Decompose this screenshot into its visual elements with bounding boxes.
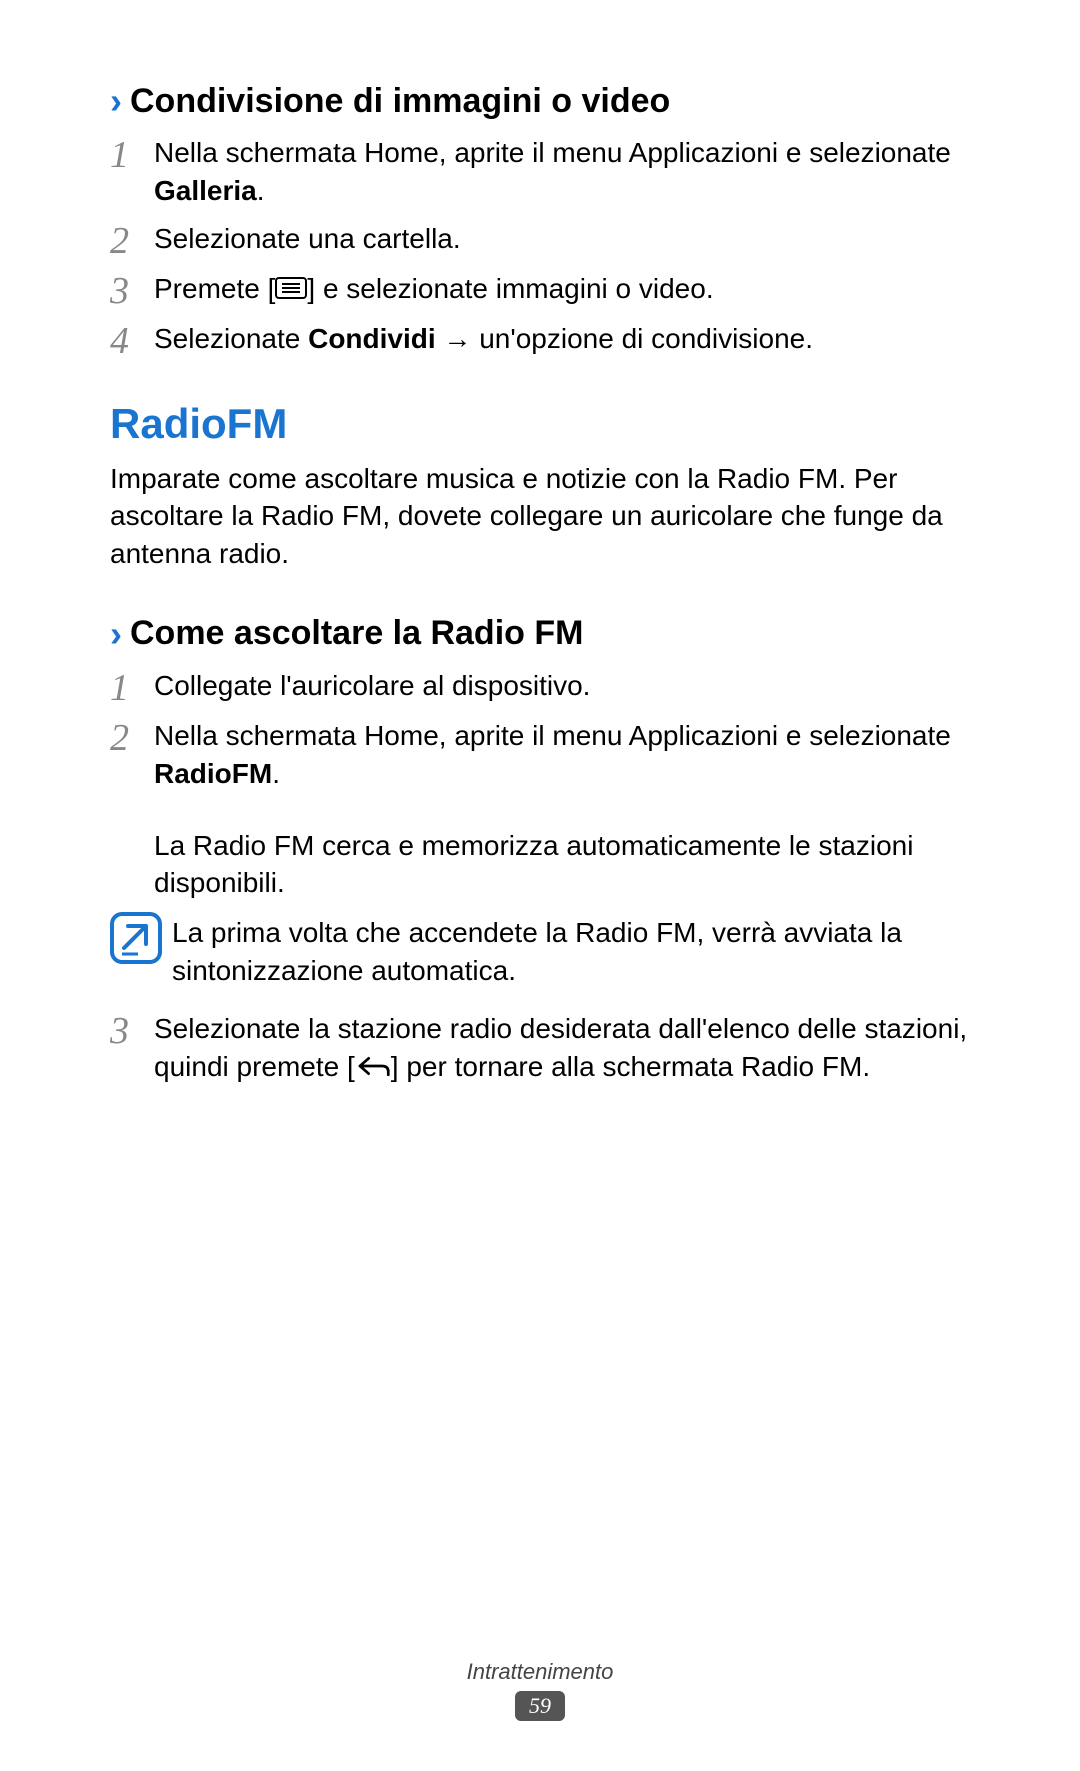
step-item: 2 Selezionate una cartella. bbox=[110, 220, 970, 260]
intro-text: Imparate come ascoltare musica e notizie… bbox=[110, 460, 970, 573]
back-icon bbox=[355, 1054, 391, 1078]
step-text: Selezionate Condividi → un'opzione di co… bbox=[154, 320, 970, 358]
section-heading-share: › Condivisione di immagini o video bbox=[110, 80, 970, 122]
chevron-icon: › bbox=[110, 613, 122, 655]
step-text: Selezionate la stazione radio desiderata… bbox=[154, 1010, 970, 1086]
step-number: 2 bbox=[110, 717, 154, 757]
step-item: 1 Collegate l'auricolare al dispositivo. bbox=[110, 667, 970, 707]
step-number: 1 bbox=[110, 134, 154, 174]
step-item: 3 Selezionate la stazione radio desidera… bbox=[110, 1010, 970, 1086]
note-icon bbox=[110, 912, 162, 964]
heading-text: Condivisione di immagini o video bbox=[130, 82, 670, 121]
section-heading-listen: › Come ascoltare la Radio FM bbox=[110, 613, 970, 655]
step-text: Nella schermata Home, aprite il menu App… bbox=[154, 717, 970, 793]
chevron-icon: › bbox=[110, 80, 122, 122]
note-row: La prima volta che accendete la Radio FM… bbox=[110, 912, 970, 990]
sub-text: La Radio FM cerca e memorizza automatica… bbox=[154, 827, 970, 903]
step-number: 3 bbox=[110, 270, 154, 310]
step-number: 2 bbox=[110, 220, 154, 260]
step-item: 4 Selezionate Condividi → un'opzione di … bbox=[110, 320, 970, 360]
page-number-badge: 59 bbox=[515, 1691, 565, 1721]
step-number: 1 bbox=[110, 667, 154, 707]
heading-text: Come ascoltare la Radio FM bbox=[130, 614, 583, 653]
note-text: La prima volta che accendete la Radio FM… bbox=[172, 912, 970, 990]
step-item: 1 Nella schermata Home, aprite il menu A… bbox=[110, 134, 970, 210]
page-footer: Intrattenimento 59 bbox=[0, 1659, 1080, 1721]
step-number: 3 bbox=[110, 1010, 154, 1050]
step-number: 4 bbox=[110, 320, 154, 360]
step-text: Premete [] e selezionate immagini o vide… bbox=[154, 270, 970, 308]
footer-category: Intrattenimento bbox=[0, 1659, 1080, 1685]
step-text: Selezionate una cartella. bbox=[154, 220, 970, 258]
step-item: 2 Nella schermata Home, aprite il menu A… bbox=[110, 717, 970, 793]
menu-icon bbox=[275, 277, 307, 299]
listen-steps-cont: 3 Selezionate la stazione radio desidera… bbox=[110, 1010, 970, 1086]
main-title-radiofm: RadioFM bbox=[110, 400, 970, 448]
share-steps: 1 Nella schermata Home, aprite il menu A… bbox=[110, 134, 970, 360]
step-text: Collegate l'auricolare al dispositivo. bbox=[154, 667, 970, 705]
listen-steps: 1 Collegate l'auricolare al dispositivo.… bbox=[110, 667, 970, 793]
step-text: Nella schermata Home, aprite il menu App… bbox=[154, 134, 970, 210]
step-item: 3 Premete [] e selezionate immagini o vi… bbox=[110, 270, 970, 310]
